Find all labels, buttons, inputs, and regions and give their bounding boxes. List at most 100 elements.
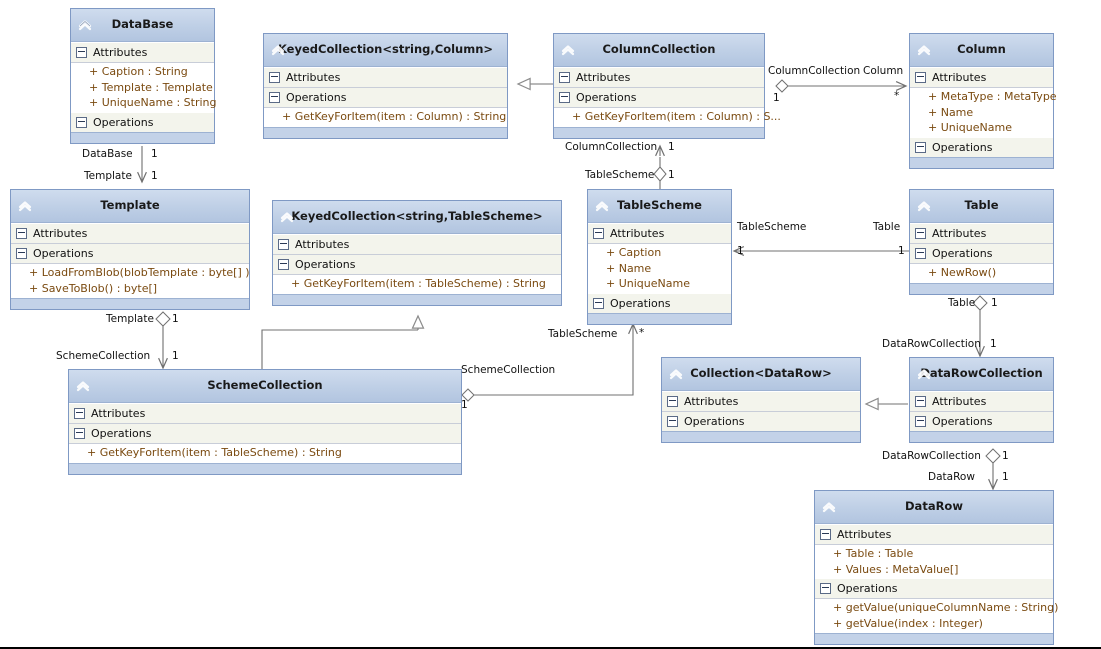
collapse-chevron-icon[interactable] (821, 499, 837, 515)
operations-compartment-header[interactable]: Operations (264, 88, 507, 108)
class-header: DataRowCollection (910, 358, 1053, 391)
attributes-compartment-header[interactable]: Attributes (588, 224, 731, 244)
collapse-chevron-icon[interactable] (279, 209, 295, 225)
collapse-minus-icon[interactable] (667, 396, 678, 407)
collapse-minus-icon[interactable] (667, 416, 678, 427)
uml-class-collection-datarow[interactable]: Collection<DataRow> Attributes Operation… (661, 357, 861, 443)
edge-role-database: DataBase (82, 148, 133, 160)
uml-class-schemecollection[interactable]: SchemeCollection Attributes Operations +… (68, 369, 462, 475)
collapse-chevron-icon[interactable] (270, 42, 286, 58)
collapse-minus-icon[interactable] (915, 72, 926, 83)
collapse-minus-icon[interactable] (16, 228, 27, 239)
operations-compartment-header[interactable]: Operations (910, 244, 1053, 264)
operation-item: + GetKeyForItem(item : Column) : String (282, 110, 507, 123)
operation-list: + GetKeyForItem(item : Column) : S... (554, 108, 781, 127)
attribute-item: + UniqueName (928, 121, 1012, 134)
class-footer (910, 431, 1053, 442)
class-header: KeyedCollection<string,Column> (264, 34, 507, 67)
collapse-minus-icon[interactable] (915, 228, 926, 239)
operations-compartment-header[interactable]: Operations (910, 137, 1053, 157)
attributes-compartment-header[interactable]: Attributes (910, 68, 1053, 88)
collapse-minus-icon[interactable] (820, 583, 831, 594)
collapse-chevron-icon[interactable] (916, 366, 932, 382)
uml-class-column[interactable]: Column Attributes + MetaType : MetaType … (909, 33, 1057, 169)
attribute-item: + UniqueName (606, 277, 690, 290)
operations-compartment-header[interactable]: Operations (554, 88, 764, 108)
collapse-chevron-icon[interactable] (77, 17, 93, 33)
edge-role-columncollection-right: ColumnCollection (768, 65, 861, 77)
collapse-minus-icon[interactable] (278, 259, 289, 270)
collapse-minus-icon[interactable] (593, 297, 604, 309)
attributes-compartment-header[interactable]: Attributes (662, 392, 860, 412)
operations-compartment-header[interactable]: Operations (815, 579, 1053, 599)
uml-class-database[interactable]: DataBase Attributes + Caption : String +… (70, 8, 217, 144)
attributes-compartment-header[interactable]: Attributes (69, 404, 461, 424)
collapse-chevron-icon[interactable] (916, 42, 932, 58)
attribute-list: + Caption : String + Template : Template… (71, 63, 217, 113)
collapse-minus-icon[interactable] (915, 396, 926, 407)
operation-item: + GetKeyForItem(item : TableScheme) : St… (291, 277, 546, 290)
attribute-list: + Caption + Name + UniqueName (588, 244, 731, 294)
compartment-label: Operations (33, 247, 94, 260)
uml-class-keyedcollection-column[interactable]: KeyedCollection<string,Column> Attribute… (263, 33, 508, 139)
edge-mult-database: 1 (151, 148, 158, 160)
uml-class-columncollection[interactable]: ColumnCollection Attributes Operations +… (553, 33, 781, 139)
edge-mult-tablescheme-right: 1 (737, 245, 744, 257)
edge-role-datarow: DataRow (928, 471, 975, 483)
collapse-minus-icon[interactable] (820, 529, 831, 540)
operations-compartment-header[interactable]: Operations (273, 255, 561, 275)
attributes-compartment-header[interactable]: Attributes (273, 235, 561, 255)
collapse-minus-icon[interactable] (278, 239, 289, 250)
edge-role-column: Column (863, 65, 904, 77)
collapse-minus-icon[interactable] (269, 92, 280, 103)
collapse-chevron-icon[interactable] (668, 366, 684, 382)
collapse-minus-icon[interactable] (269, 72, 280, 83)
collapse-minus-icon[interactable] (74, 428, 85, 439)
collapse-minus-icon[interactable] (559, 92, 570, 103)
uml-class-table[interactable]: Table Attributes Operations + NewRow() (909, 189, 1054, 295)
collapse-chevron-icon[interactable] (560, 42, 576, 58)
attributes-compartment-header[interactable]: Attributes (11, 224, 249, 244)
attributes-compartment-header[interactable]: Attributes (554, 68, 764, 88)
uml-class-datarowcollection[interactable]: DataRowCollection Attributes Operations (909, 357, 1054, 443)
collapse-minus-icon[interactable] (593, 228, 604, 239)
attributes-compartment-header[interactable]: Attributes (910, 392, 1053, 412)
collapse-chevron-icon[interactable] (75, 378, 91, 394)
compartment-label: Attributes (33, 227, 88, 240)
operation-item: + getValue(uniqueColumnName : String) (833, 601, 1059, 614)
operations-compartment-header[interactable]: Operations (71, 112, 214, 132)
operations-compartment-header[interactable]: Operations (69, 424, 461, 444)
compartment-label: Operations (932, 140, 993, 154)
uml-class-tablescheme[interactable]: TableScheme Attributes + Caption + Name … (587, 189, 732, 325)
attribute-item: + Template : Template (89, 80, 213, 94)
uml-class-template[interactable]: Template Attributes Operations + LoadFro… (10, 189, 250, 310)
operations-compartment-header[interactable]: Operations (11, 244, 249, 264)
collapse-chevron-icon[interactable] (17, 198, 33, 214)
collapse-minus-icon[interactable] (559, 72, 570, 83)
compartment-label: Operations (91, 427, 152, 440)
collapse-minus-icon[interactable] (16, 248, 27, 259)
class-footer (11, 298, 249, 309)
class-body: Attributes Operations (910, 391, 1053, 431)
uml-class-datarow[interactable]: DataRow Attributes + Table : Table + Val… (814, 490, 1059, 645)
attributes-compartment-header[interactable]: Attributes (71, 43, 214, 63)
class-footer (71, 131, 214, 143)
collapse-chevron-icon[interactable] (916, 198, 932, 214)
collapse-minus-icon[interactable] (915, 141, 926, 153)
operations-compartment-header[interactable]: Operations (662, 412, 860, 431)
collapse-minus-icon[interactable] (915, 416, 926, 427)
attributes-compartment-header[interactable]: Attributes (910, 224, 1053, 244)
collapse-minus-icon[interactable] (74, 408, 85, 419)
attributes-compartment-header[interactable]: Attributes (264, 68, 507, 88)
compartment-label: Attributes (932, 71, 987, 84)
collapse-minus-icon[interactable] (76, 116, 87, 128)
attributes-compartment-header[interactable]: Attributes (815, 525, 1053, 545)
operations-compartment-header[interactable]: Operations (910, 412, 1053, 431)
uml-class-keyedcollection-tablescheme[interactable]: KeyedCollection<string,TableScheme> Attr… (272, 200, 562, 306)
operations-compartment-header[interactable]: Operations (588, 293, 731, 313)
collapse-minus-icon[interactable] (76, 47, 87, 58)
edge-mult-column: * (894, 90, 900, 102)
operation-list: + getValue(uniqueColumnName : String) + … (815, 599, 1059, 633)
collapse-chevron-icon[interactable] (594, 198, 610, 214)
collapse-minus-icon[interactable] (915, 248, 926, 259)
